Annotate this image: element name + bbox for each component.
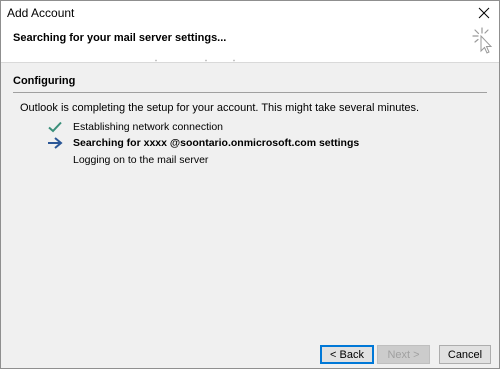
back-button[interactable]: < Back [320,345,374,364]
close-button[interactable] [473,3,495,23]
section-divider [13,92,487,93]
loading-sparkle-icon [472,27,493,54]
title-bar: Add Account [1,1,499,25]
header-band: Searching for your mail server settings.… [1,25,499,62]
step-label: Logging on to the mail server [73,154,209,166]
checkmark-icon [48,121,62,133]
section-title: Configuring [13,75,76,87]
description-text: Outlook is completing the setup for your… [20,102,420,114]
window-title: Add Account [7,6,75,20]
close-icon [478,7,490,19]
arrow-right-icon [48,137,63,149]
next-button[interactable]: Next > [377,345,430,364]
dialog-body: Configuring Outlook is completing the se… [1,63,499,368]
add-account-dialog: Add Account Searching for your mail serv… [0,0,500,369]
status-heading: Searching for your mail server settings.… [13,32,227,44]
step-label: Searching for xxxx @soontario.onmicrosof… [73,137,360,149]
step-label: Establishing network connection [73,121,224,133]
cancel-button[interactable]: Cancel [439,345,491,364]
